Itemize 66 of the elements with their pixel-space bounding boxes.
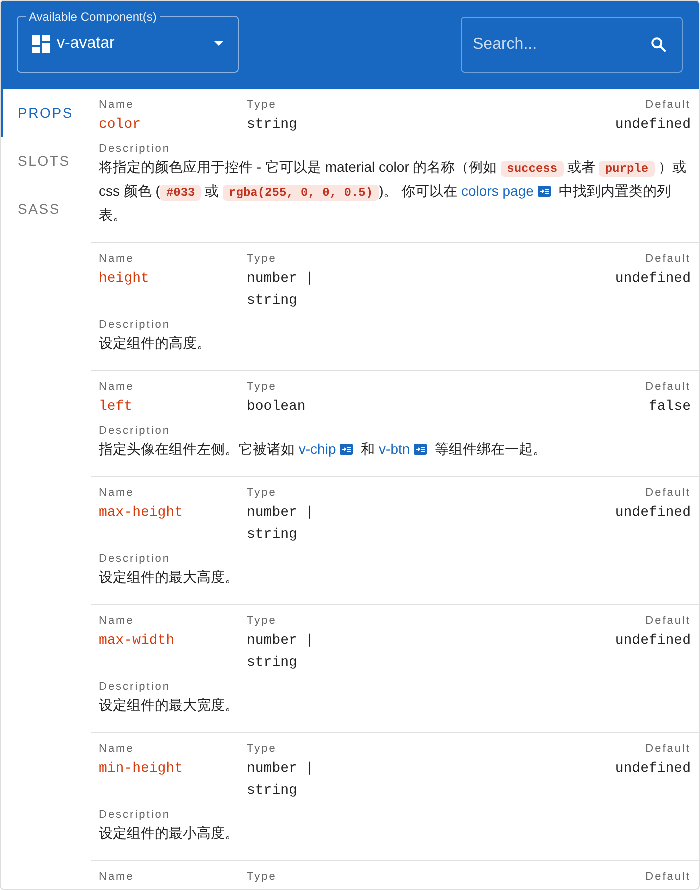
description-text: 设定组件的高度。 <box>99 334 212 353</box>
prop-name: left <box>99 398 134 417</box>
prop-type: number | string <box>247 632 316 673</box>
column-label: Name <box>99 486 136 500</box>
page-link-icon <box>340 444 354 455</box>
column-label: Description <box>99 318 172 332</box>
component-select[interactable]: Available Component(s) v-avatar <box>17 10 239 72</box>
column-label: Name <box>99 870 136 884</box>
description-text: 指定头像在组件左侧。它被诸如 v-chip 和 v-btn 等组件绑在一起。 <box>99 440 548 459</box>
column-label: Default <box>646 614 691 628</box>
column-label: Type <box>247 380 278 394</box>
column-label: Description <box>99 142 172 156</box>
column-label: Description <box>99 424 172 438</box>
prop-type: string <box>247 116 298 135</box>
side-tab[interactable]: PROPS <box>1 89 91 137</box>
description-text: 设定组件的最小高度。 <box>99 824 240 843</box>
page-link-icon <box>538 186 551 197</box>
dropdown-caret-icon <box>214 41 224 46</box>
doc-link[interactable]: v-chip <box>298 441 336 457</box>
prop-name: min-height <box>99 760 184 779</box>
column-label: Type <box>247 98 278 112</box>
prop-type: number | string <box>247 504 316 545</box>
column-label: Description <box>99 680 172 694</box>
dashboard-icon <box>32 34 50 52</box>
column-label: Type <box>247 614 278 628</box>
prop-type: number | string <box>247 270 316 311</box>
side-tab[interactable]: SLOTS <box>1 137 91 185</box>
prop-name: color <box>99 116 142 135</box>
column-label: Default <box>646 742 691 756</box>
prop-default: undefined <box>615 270 691 289</box>
prop-type: boolean <box>247 398 307 417</box>
search-icon <box>650 36 668 54</box>
select-label: Available Component(s) <box>28 10 158 24</box>
column-label: Name <box>99 252 136 266</box>
column-label: Description <box>99 808 172 822</box>
description-text: 设定组件的最大宽度。 <box>99 696 240 715</box>
column-label: Type <box>247 870 278 884</box>
description-text: 设定组件的最大高度。 <box>99 568 240 587</box>
description-text: 将指定的颜色应用于控件 - 它可以是 material color 的名称（例如 success 或者 purple ）或 css 颜色 ( #033 或 rgba(255, 0, 0, 0.5) )。 你可以在 colors page 中找到内置类的列表。 <box>99 158 688 225</box>
column-label: Default <box>646 486 691 500</box>
column-label: Type <box>247 742 278 756</box>
prop-name: max-width <box>99 632 176 651</box>
prop-name: max-height <box>99 504 184 523</box>
page-link-icon <box>414 444 428 455</box>
prop-default: undefined <box>615 760 691 779</box>
prop-type: number | string <box>247 760 316 801</box>
side-tab[interactable]: SASS <box>1 185 91 233</box>
doc-link[interactable]: colors page <box>462 183 534 199</box>
column-label: Name <box>99 98 136 112</box>
column-label: Name <box>99 614 136 628</box>
column-label: Default <box>646 380 691 394</box>
column-label: Name <box>99 742 136 756</box>
prop-default: false <box>648 398 691 417</box>
column-label: Default <box>646 252 691 266</box>
column-label: Type <box>247 486 278 500</box>
column-label: Type <box>247 252 278 266</box>
prop-default: undefined <box>615 504 691 523</box>
column-label: Default <box>646 98 691 112</box>
prop-default: undefined <box>615 116 691 135</box>
column-label: Default <box>646 870 691 884</box>
prop-name: height <box>99 270 150 289</box>
column-label: Name <box>99 380 136 394</box>
select-value: v-avatar <box>57 34 116 54</box>
column-label: Description <box>99 552 172 566</box>
prop-default: undefined <box>615 632 691 651</box>
doc-link[interactable]: v-btn <box>379 441 410 457</box>
